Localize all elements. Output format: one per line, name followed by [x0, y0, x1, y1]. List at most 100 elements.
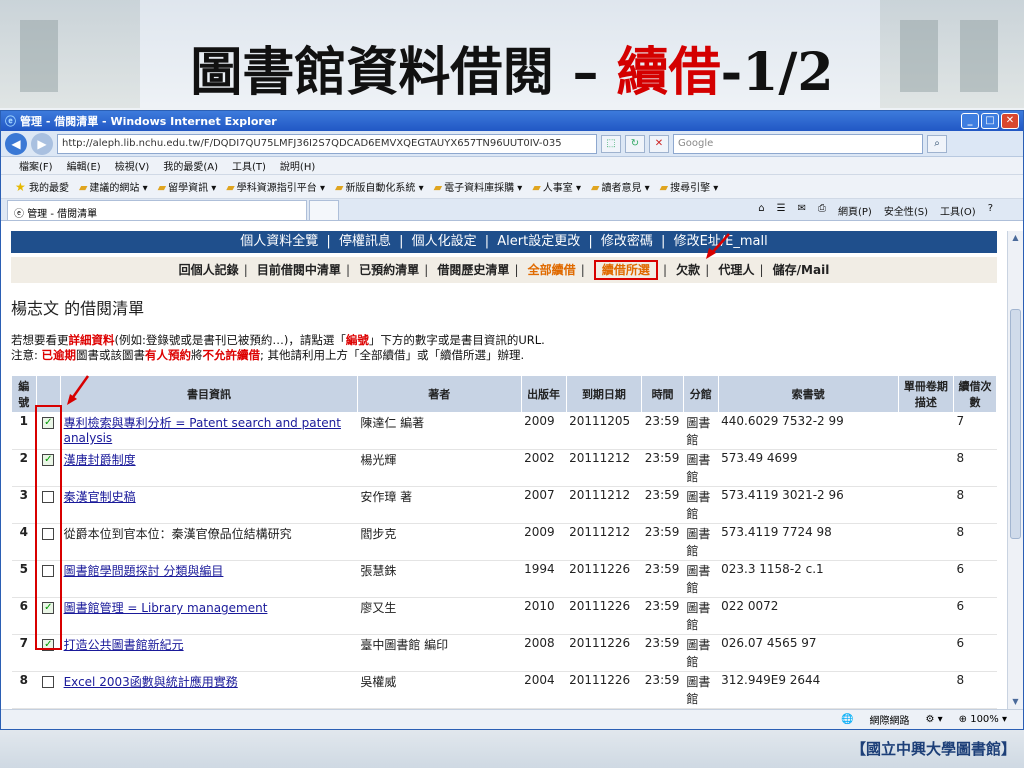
maximize-button[interactable]: □	[981, 113, 999, 129]
nav-profile[interactable]: 個人資料全覽	[240, 234, 318, 249]
scroll-up-icon[interactable]: ▲	[1010, 233, 1021, 245]
branch-cell: 圖書館	[683, 671, 719, 709]
note-highlight: 不允許續借	[202, 348, 261, 362]
menu-view[interactable]: 檢視(V)	[115, 158, 150, 173]
row-number[interactable]: 3	[11, 486, 37, 524]
help-icon[interactable]: ?	[988, 203, 993, 218]
nav-alert[interactable]: Alert設定更改	[497, 234, 580, 249]
fav-personnel[interactable]: ▰ 人事室 ▾	[532, 179, 581, 194]
fav-feedback[interactable]: ▰ 讀者意見 ▾	[591, 179, 650, 194]
feeds-icon[interactable]: ☰	[777, 203, 786, 218]
time-cell: 23:59	[641, 634, 684, 672]
row-number[interactable]: 4	[11, 523, 37, 561]
title-link[interactable]: 專利檢索與專利分析 = Patent search and patent ana…	[64, 416, 341, 445]
window-titlebar: ⓔ 管理 - 借閱清單 - Windows Internet Explorer …	[1, 111, 1023, 131]
col-header-due: 到期日期	[565, 375, 643, 413]
row-number[interactable]: 2	[11, 449, 37, 487]
title-link[interactable]: 圖書館管理 = Library management	[64, 601, 268, 615]
title-link[interactable]: 圖書館學問題探討 分類與編目	[64, 564, 224, 578]
scroll-thumb[interactable]	[1010, 309, 1021, 539]
search-icon[interactable]: ⌕	[927, 134, 947, 153]
due-date-cell: 20111212	[566, 523, 642, 561]
address-toolbar: ◀ ▶ http://aleph.lib.nchu.edu.tw/F/DQDI7…	[1, 131, 1023, 157]
zoom-control[interactable]: ⊕ 100% ▾	[959, 714, 1007, 725]
year-cell: 2004	[521, 671, 567, 709]
title-link[interactable]: 秦漢官制史稿	[64, 490, 136, 504]
safety-menu[interactable]: 安全性(S)	[884, 203, 928, 218]
page-menu[interactable]: 網頁(P)	[838, 203, 872, 218]
author-cell: 陳達仁 編著	[357, 412, 522, 450]
menu-edit[interactable]: 編輯(E)	[67, 158, 101, 173]
col-header-time: 時間	[641, 375, 684, 413]
branch-cell: 圖書館	[683, 486, 719, 524]
address-input[interactable]: http://aleph.lib.nchu.edu.tw/F/DQDI7QU75…	[57, 133, 597, 154]
renew-count-cell: 8	[953, 671, 997, 709]
table-row: 3 秦漢官制史稿 安作璋 著 2007 20111212 23:59 圖書館 573.4119…	[11, 486, 997, 524]
row-checkbox[interactable]	[42, 676, 55, 688]
col-header-volume: 單冊卷期描述	[897, 375, 954, 413]
title-cell: Excel 2003函數與統計應用實務	[60, 671, 358, 709]
title-link[interactable]: 漢唐封爵制度	[64, 453, 136, 467]
row-number[interactable]: 5	[11, 560, 37, 598]
red-arrow-icon	[67, 375, 90, 405]
fav-search-engines[interactable]: ▰ 搜尋引擎 ▾	[660, 179, 719, 194]
tab-title: 管理 - 借閱清單	[27, 209, 98, 220]
new-tab-button[interactable]	[309, 200, 339, 220]
branch-cell: 圖書館	[683, 449, 719, 487]
vertical-scrollbar[interactable]: ▲ ▼	[1007, 231, 1023, 711]
forward-button[interactable]: ▶	[31, 132, 53, 155]
volume-cell	[898, 671, 954, 709]
stop-icon[interactable]: ✕	[649, 134, 669, 153]
title-link[interactable]: Excel 2003函數與統計應用實務	[64, 675, 238, 689]
callno-cell: 022 0072	[718, 597, 899, 635]
instructions: 若想要看更詳細資料(例如:登錄號或是書刊已被預約…)，請點選「編號」下方的數字或…	[11, 333, 997, 363]
fav-new-system[interactable]: ▰ 新版自動化系統 ▾	[335, 179, 424, 194]
search-input[interactable]: Google	[673, 133, 923, 154]
menu-favorites[interactable]: 我的最愛(A)	[163, 158, 218, 173]
title-link[interactable]: 打造公共圖書館新紀元	[64, 638, 184, 652]
fav-suggested-sites[interactable]: ▰ 建議的網站 ▾	[79, 179, 148, 194]
print-icon[interactable]: ⎙	[818, 203, 826, 218]
scroll-down-icon[interactable]: ▼	[1010, 697, 1021, 709]
renew-selected-button[interactable]: 續借所選	[593, 260, 658, 280]
fav-databases[interactable]: ▰ 電子資料庫採購 ▾	[434, 179, 523, 194]
subnav-save-mail[interactable]: 儲存/Mail	[773, 263, 830, 277]
subnav-fines[interactable]: 欠款	[676, 263, 700, 277]
nav-password[interactable]: 修改密碼	[601, 234, 653, 249]
protected-mode-icon[interactable]: ⚙ ▾	[925, 714, 942, 725]
note-text: 將	[191, 348, 203, 362]
nav-suspension[interactable]: 停權訊息	[339, 234, 391, 249]
fav-study-abroad[interactable]: ▰ 留學資訊 ▾	[158, 179, 217, 194]
subnav-proxy[interactable]: 代理人	[718, 263, 754, 277]
author-cell: 閻步克	[357, 523, 522, 561]
row-number[interactable]: 8	[11, 671, 37, 709]
back-button[interactable]: ◀	[5, 132, 27, 155]
row-number[interactable]: 7	[11, 634, 37, 672]
title-cell: 漢唐封爵制度	[60, 449, 358, 487]
tools-menu[interactable]: 工具(O)	[940, 203, 976, 218]
favorites-button[interactable]: ★ 我的最愛	[15, 179, 69, 194]
subnav-holds[interactable]: 已預約清單	[359, 263, 419, 277]
menu-help[interactable]: 說明(H)	[280, 158, 315, 173]
tab-active[interactable]: ⓔ 管理 - 借閱清單	[7, 200, 307, 220]
mail-icon[interactable]: ✉	[798, 203, 806, 218]
table-row: 4 從爵本位到官本位：秦漢官僚品位結構研究 閻步克 2009 20111212 23:59…	[11, 523, 997, 561]
renew-all-button[interactable]: 全部續借	[528, 263, 576, 277]
fav-subject-guide[interactable]: ▰ 學科資源指引平台 ▾	[226, 179, 325, 194]
menu-file[interactable]: 檔案(F)	[19, 158, 53, 173]
compat-view-icon[interactable]: ⬚	[601, 134, 621, 153]
menu-tools[interactable]: 工具(T)	[232, 158, 266, 173]
row-number[interactable]: 6	[11, 597, 37, 635]
minimize-button[interactable]: _	[961, 113, 979, 129]
home-icon[interactable]: ⌂	[758, 203, 764, 218]
subnav-back-record[interactable]: 回個人記錄	[179, 263, 239, 277]
subnav-current-loans[interactable]: 目前借閱中清單	[257, 263, 341, 277]
close-button[interactable]: ✕	[1001, 113, 1019, 129]
slide-title-suffix: -1/2	[720, 42, 834, 103]
refresh-icon[interactable]: ↻	[625, 134, 645, 153]
subnav-history[interactable]: 借閱歷史清單	[437, 263, 509, 277]
due-date-cell: 20111226	[566, 597, 642, 635]
branch-cell: 圖書館	[683, 597, 719, 635]
row-number[interactable]: 1	[11, 412, 37, 450]
nav-personalize[interactable]: 個人化設定	[412, 234, 477, 249]
